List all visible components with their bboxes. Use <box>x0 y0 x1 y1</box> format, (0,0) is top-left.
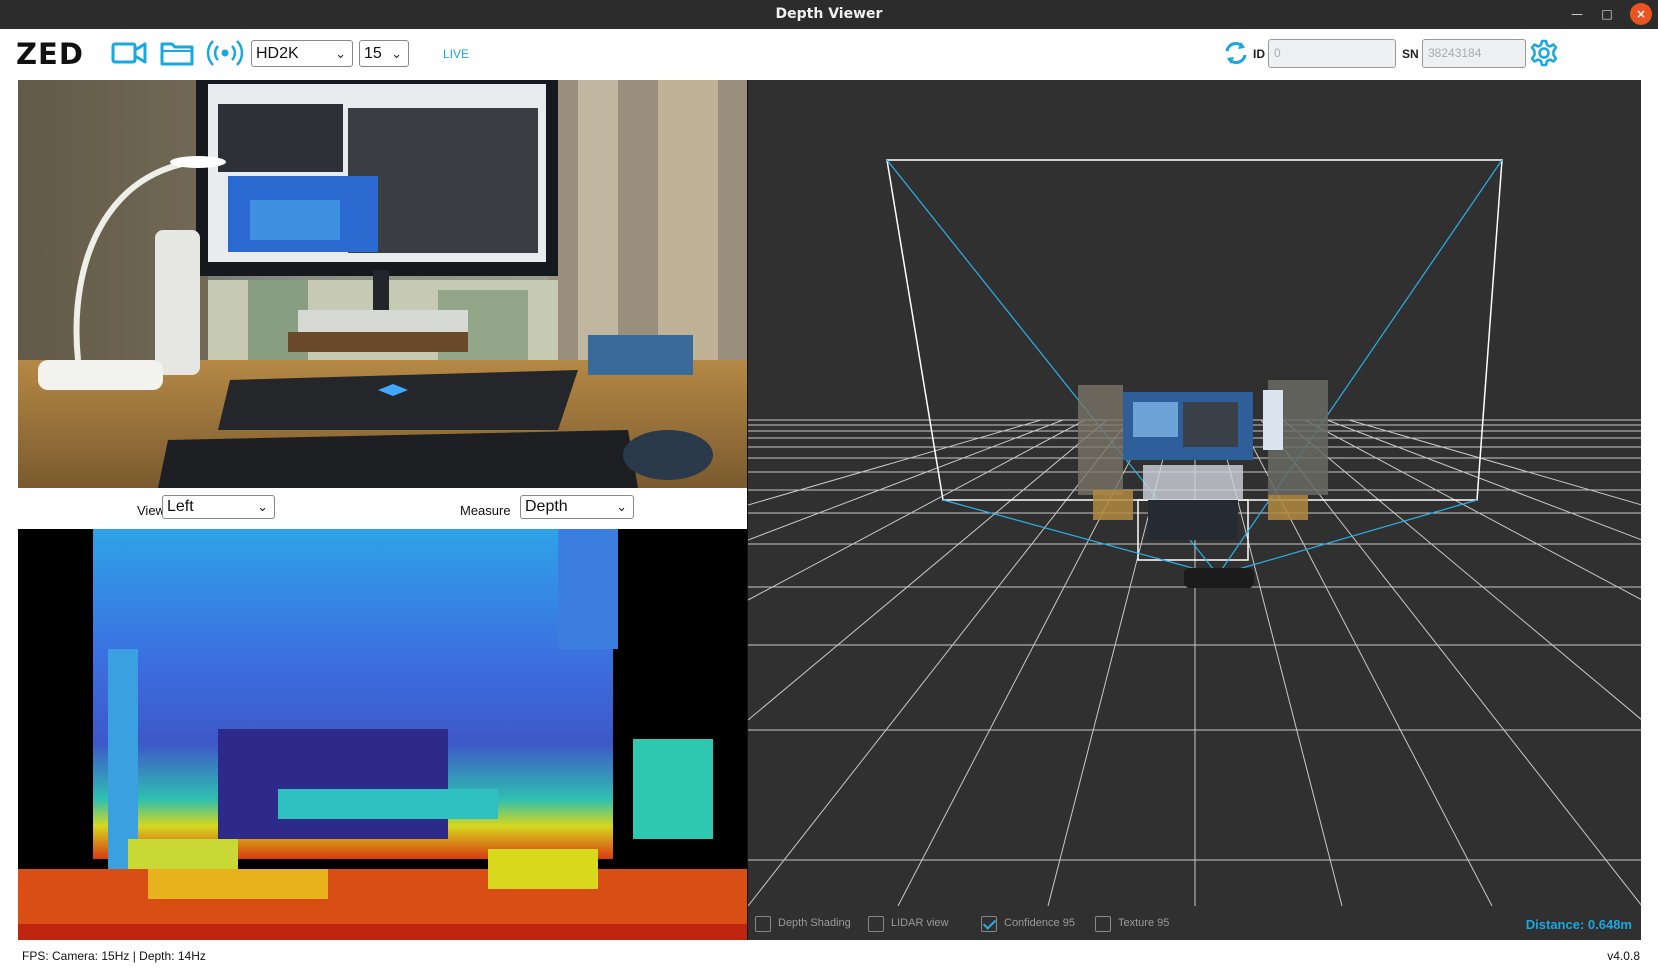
measure-label: Measure <box>460 503 511 518</box>
title-bar: Depth Viewer — □ × <box>0 0 1658 29</box>
video-camera-icon[interactable] <box>110 38 148 68</box>
maximize-icon[interactable]: □ <box>1596 3 1618 25</box>
toolbar: ZED HD2K ⌄ 15 ⌄ LIVE ID 0 SN 38243184 <box>0 30 1658 75</box>
minimize-icon[interactable]: — <box>1566 3 1588 25</box>
view-select[interactable]: Left ⌄ <box>162 495 275 519</box>
gear-icon[interactable] <box>1529 38 1559 68</box>
3d-grid-scene <box>748 159 1641 907</box>
chevron-down-icon: ⌄ <box>391 46 402 61</box>
chevron-down-icon: ⌄ <box>616 499 627 514</box>
resolution-select[interactable]: HD2K ⌄ <box>251 40 353 67</box>
broadcast-icon[interactable] <box>206 38 244 68</box>
id-label: ID <box>1253 47 1265 61</box>
zed-logo: ZED <box>16 37 84 71</box>
refresh-icon[interactable] <box>1221 38 1251 68</box>
sn-label: SN <box>1402 47 1419 61</box>
id-field[interactable]: 0 <box>1268 39 1396 68</box>
folder-icon[interactable] <box>159 38 197 68</box>
fps-select[interactable]: 15 ⌄ <box>359 40 409 67</box>
confidence-label: Confidence 95 <box>1004 917 1075 929</box>
status-bar: FPS: Camera: 15Hz | Depth: 14Hz v4.0.8 <box>0 942 1658 979</box>
measure-value: Depth <box>525 498 568 515</box>
depth-shading-label: Depth Shading <box>778 917 851 929</box>
distance-readout: Distance: 0.648m <box>1525 917 1632 932</box>
chevron-down-icon: ⌄ <box>335 46 346 61</box>
depth-map-view <box>18 529 747 940</box>
measure-select[interactable]: Depth ⌄ <box>520 495 634 519</box>
lidar-view-checkbox[interactable] <box>868 916 884 932</box>
live-indicator: LIVE <box>443 47 470 61</box>
version-label: v4.0.8 <box>1607 949 1640 963</box>
texture-checkbox[interactable] <box>1095 916 1111 932</box>
fps-value: 15 <box>364 45 382 62</box>
view-label: View <box>137 503 165 518</box>
depth-shading-checkbox[interactable] <box>755 916 771 932</box>
resolution-value: HD2K <box>256 45 299 62</box>
camera-image <box>18 80 747 488</box>
depth-image <box>18 529 747 940</box>
view-controls: View Left ⌄ Measure Depth ⌄ <box>18 490 747 528</box>
confidence-checkbox[interactable] <box>981 916 997 932</box>
sn-field[interactable]: 38243184 <box>1422 39 1526 68</box>
fps-status: FPS: Camera: 15Hz | Depth: 14Hz <box>22 949 206 963</box>
lidar-view-label: LIDAR view <box>891 917 949 929</box>
window-title: Depth Viewer <box>775 6 883 22</box>
left-camera-view <box>18 80 747 488</box>
texture-label: Texture 95 <box>1118 917 1170 929</box>
view-value: Left <box>167 498 194 515</box>
chevron-down-icon: ⌄ <box>257 499 268 514</box>
point-cloud-viewer[interactable]: Depth Shading LIDAR view Confidence 95 T… <box>747 80 1641 940</box>
close-icon[interactable]: × <box>1630 3 1652 25</box>
viewer-options-bar: Depth Shading LIDAR view Confidence 95 T… <box>748 906 1641 940</box>
